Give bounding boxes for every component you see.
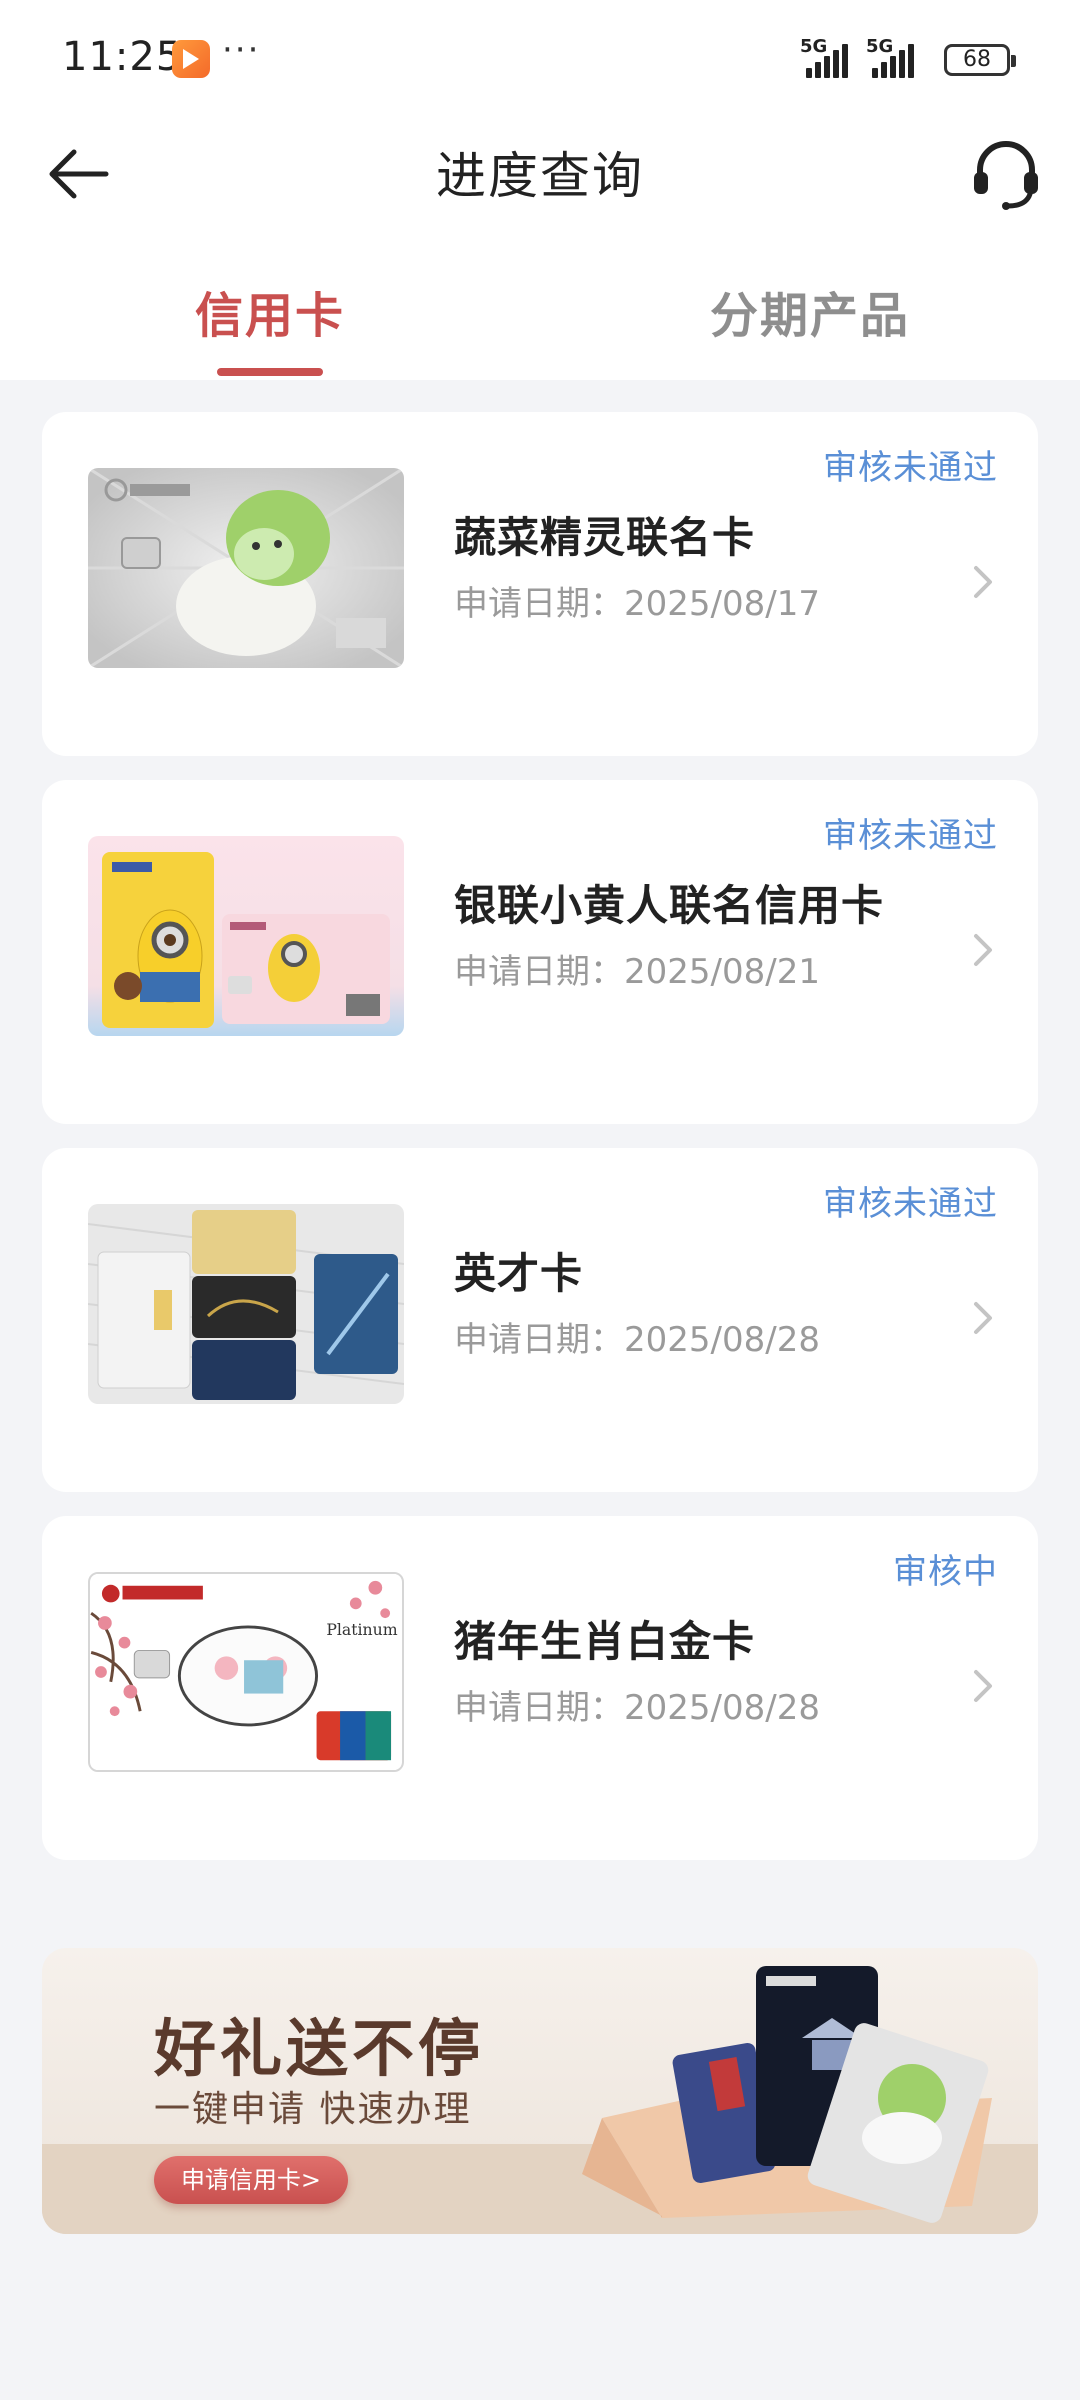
- card-name: 银联小黄人联名信用卡: [454, 881, 885, 930]
- application-date: 申请日期：2025/08/28: [454, 1688, 820, 1728]
- apply-credit-card-button[interactable]: 申请信用卡>: [154, 2156, 348, 2204]
- card-name: 英才卡: [454, 1249, 584, 1298]
- svg-text:Platinum: Platinum: [326, 1620, 397, 1639]
- nav-header: 进度查询: [0, 118, 1080, 260]
- card-image-talent: [88, 1204, 404, 1404]
- status-badge: 审核未通过: [823, 1184, 998, 1224]
- application-date: 申请日期：2025/08/17: [454, 584, 820, 624]
- application-date: 申请日期：2025/08/21: [454, 952, 820, 992]
- application-item-1[interactable]: 审核未通过 蔬菜精灵联名卡 申请日期：2025/08/17: [42, 412, 1038, 756]
- chevron-right-icon: [974, 934, 992, 966]
- tab-active-indicator: [217, 368, 323, 376]
- card-name: 蔬菜精灵联名卡: [454, 513, 756, 562]
- tab-installment-products[interactable]: 分期产品: [660, 276, 960, 346]
- application-item-2[interactable]: 审核未通过 银联小黄人联名信用卡 申请日期：2025/08/21: [42, 780, 1038, 1124]
- headset-icon: [974, 141, 1038, 210]
- banner-title: 好礼送不停: [154, 2012, 485, 2085]
- video-app-icon: [172, 40, 210, 78]
- status-badge: 审核未通过: [823, 816, 998, 856]
- application-date: 申请日期：2025/08/28: [454, 1320, 820, 1360]
- more-notifications-icon: ···: [222, 30, 261, 70]
- chevron-right-icon: [974, 1302, 992, 1334]
- customer-service-button[interactable]: [966, 134, 1046, 214]
- status-bar: 11:25 ··· 5G 5G 68: [0, 0, 1080, 118]
- status-badge: 审核未通过: [823, 448, 998, 488]
- card-image-minions: [88, 836, 404, 1036]
- tab-bar: 信用卡 分期产品: [0, 240, 1080, 380]
- application-item-4[interactable]: Platinum 审核中 猪年生肖白金卡 申请日期：2025/08/28: [42, 1516, 1038, 1860]
- status-time: 11:25: [62, 34, 183, 80]
- card-image-pig-year: Platinum: [88, 1572, 404, 1772]
- card-image-vegetable-spirit: [88, 468, 404, 668]
- promo-banner[interactable]: 好礼送不停 一键申请 快速办理 申请信用卡>: [42, 1948, 1038, 2234]
- battery-icon: 68: [944, 44, 1016, 76]
- tab-credit-card[interactable]: 信用卡: [120, 276, 420, 346]
- banner-subtitle: 一键申请 快速办理: [154, 2089, 472, 2130]
- card-name: 猪年生肖白金卡: [454, 1617, 756, 1666]
- page-title: 进度查询: [436, 147, 644, 205]
- application-list: 审核未通过 蔬菜精灵联名卡 申请日期：2025/08/17 审核未通过 银联小黄…: [42, 412, 1038, 1884]
- status-badge: 审核中: [893, 1552, 998, 1592]
- chevron-right-icon: [974, 1670, 992, 1702]
- application-item-3[interactable]: 审核未通过 英才卡 申请日期：2025/08/28: [42, 1148, 1038, 1492]
- chevron-right-icon: [974, 566, 992, 598]
